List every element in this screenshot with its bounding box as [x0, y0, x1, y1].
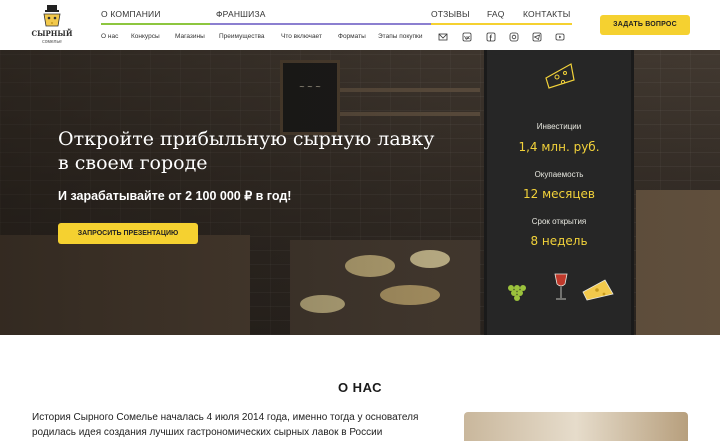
about-section-title: О НАС: [337, 380, 383, 395]
investment-value: 1,4 млн. руб.: [518, 140, 600, 154]
grapes-wine-cheese-drawing-icon: [508, 273, 614, 301]
investment-label: Инвестиции: [536, 122, 582, 131]
vk-icon[interactable]: [462, 32, 472, 42]
instagram-icon[interactable]: [509, 32, 519, 42]
logo-name: СЫРНЫЙ: [31, 29, 73, 38]
chalkboard: Инвестиции 1,4 млн. руб. Окупаемость 12 …: [484, 50, 634, 335]
nav-faq[interactable]: FAQ: [487, 9, 505, 19]
ask-question-button[interactable]: ЗАДАТЬ ВОПРОС: [600, 15, 690, 35]
nav-bar-purple: [210, 23, 431, 25]
hero-subtitle: И зарабатывайте от 2 100 000 ₽ в год!: [58, 189, 292, 203]
about-photo: [464, 412, 688, 441]
subnav-includes[interactable]: Что включает: [281, 33, 322, 40]
site-header: СЫРНЫЙ сомелье О КОМПАНИИ ФРАНШИЗА ОТЗЫВ…: [0, 0, 720, 50]
cheese-sommelier-mascot-icon: [43, 5, 61, 27]
subnav-formats[interactable]: Форматы: [338, 33, 366, 40]
payback-label: Окупаемость: [534, 170, 584, 179]
facebook-icon[interactable]: [486, 32, 496, 42]
opening-term-value: 8 недель: [530, 234, 588, 248]
request-presentation-button[interactable]: ЗАПРОСИТЬ ПРЕЗЕНТАЦИЮ: [58, 223, 198, 244]
about-text: История Сырного Сомелье началась 4 июля …: [32, 412, 419, 438]
subnav-about[interactable]: О нас: [101, 33, 118, 40]
nav-reviews[interactable]: ОТЗЫВЫ: [431, 9, 470, 19]
hero-banner: ~ ~ ~ Откройте прибыльную сырную лавку в…: [0, 50, 720, 335]
nav-franchise[interactable]: ФРАНШИЗА: [216, 9, 266, 19]
nav-contacts[interactable]: КОНТАКТЫ: [523, 9, 570, 19]
logo-tagline: сомелье: [42, 39, 62, 45]
payback-value: 12 месяцев: [523, 187, 595, 201]
mail-icon[interactable]: [438, 32, 448, 42]
cheese-drawing-icon: [545, 63, 575, 89]
logo[interactable]: СЫРНЫЙ сомелье: [28, 4, 76, 46]
opening-term-label: Срок открытия: [531, 217, 587, 226]
subnav-advantages[interactable]: Преимущества: [219, 33, 264, 40]
subnav-contests[interactable]: Конкурсы: [131, 33, 160, 40]
telegram-icon[interactable]: [532, 32, 542, 42]
nav-bar-yellow: [431, 23, 572, 25]
nav-about-company[interactable]: О КОМПАНИИ: [101, 9, 161, 19]
subnav-shops[interactable]: Магазины: [175, 33, 205, 40]
subnav-purchase-steps[interactable]: Этапы покупки: [378, 33, 422, 40]
hero-title: Откройте прибыльную сырную лавку в своем…: [58, 128, 435, 174]
nav-bar-green: [101, 23, 210, 25]
youtube-icon[interactable]: [555, 32, 565, 42]
